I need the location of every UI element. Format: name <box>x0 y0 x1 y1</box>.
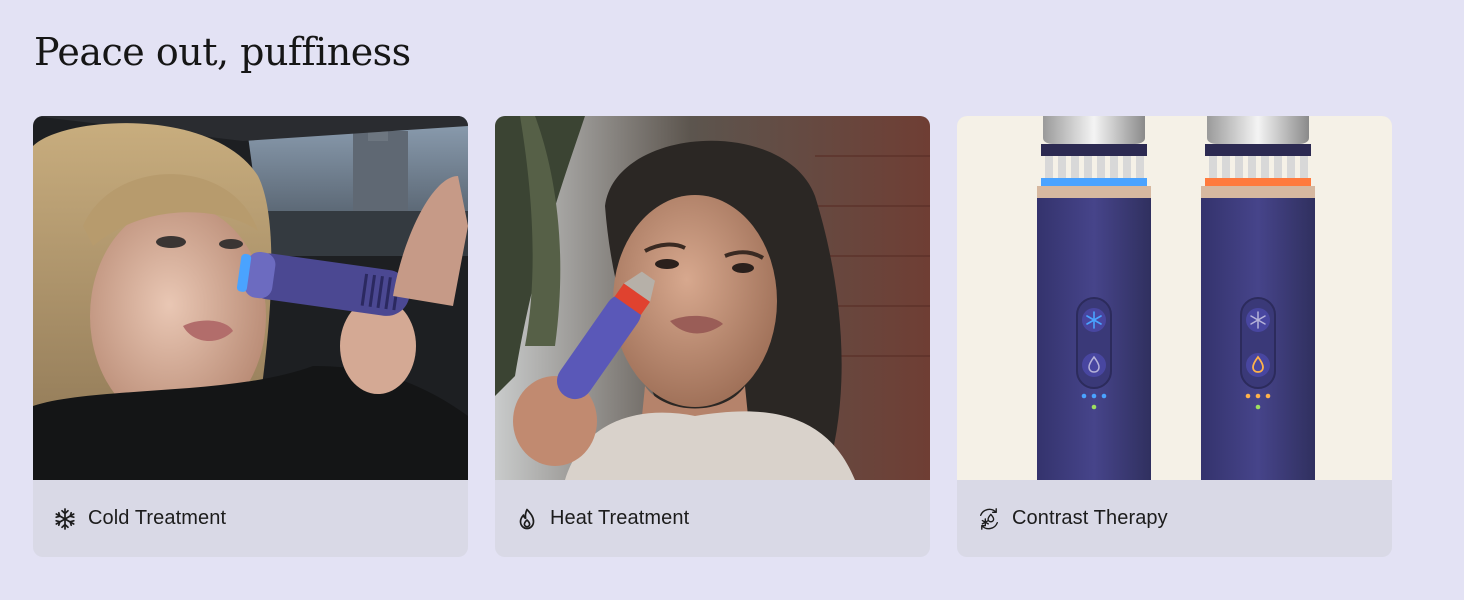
heat-treatment-caption: Heat Treatment <box>495 480 930 557</box>
contrast-therapy-label: Contrast Therapy <box>1012 507 1168 529</box>
contrast-therapy-caption: Contrast Therapy <box>957 480 1392 557</box>
heat-treatment-card[interactable]: Heat Treatment <box>495 116 930 557</box>
contrast-therapy-photo <box>957 116 1392 480</box>
page-heading: Peace out, puffiness <box>34 30 411 74</box>
heat-treatment-label: Heat Treatment <box>550 507 690 529</box>
cold-treatment-card[interactable]: Cold Treatment <box>33 116 468 557</box>
snowflake-icon <box>53 507 77 531</box>
contrast-therapy-card[interactable]: Contrast Therapy <box>957 116 1392 557</box>
cold-treatment-photo <box>33 116 468 480</box>
flame-icon <box>515 507 539 531</box>
heat-treatment-photo <box>495 116 930 480</box>
hot-cold-cycle-icon <box>977 507 1001 531</box>
cold-treatment-label: Cold Treatment <box>88 507 227 529</box>
cold-treatment-caption: Cold Treatment <box>33 480 468 557</box>
